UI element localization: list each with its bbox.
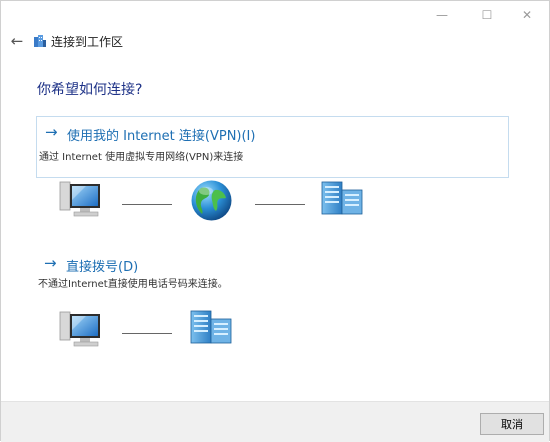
arrow-right-icon: → xyxy=(45,123,58,141)
arrow-right-icon: → xyxy=(44,254,57,272)
server-icon xyxy=(321,181,363,215)
option-vpn[interactable]: → 使用我的 Internet 连接(VPN)(I) 通过 Internet 使… xyxy=(36,116,509,178)
computer-icon xyxy=(59,181,100,217)
connection-line xyxy=(122,204,172,205)
close-icon[interactable]: ✕ xyxy=(504,1,550,29)
workplace-network-icon xyxy=(34,35,46,47)
connection-line xyxy=(255,204,305,205)
option-vpn-title: 使用我的 Internet 连接(VPN)(I) xyxy=(67,129,256,144)
server-icon xyxy=(190,310,232,344)
connection-line xyxy=(122,333,172,334)
dialog-footer: 取消 xyxy=(1,401,549,442)
page-heading: 你希望如何连接? xyxy=(37,82,143,98)
globe-icon xyxy=(191,180,232,221)
option-direct-dial[interactable]: → 直接拨号(D) 不通过Internet直接使用电话号码来连接。 xyxy=(36,251,509,291)
connect-to-workplace-window: — ☐ ✕ ← 连接到工作区 你希望如何连接? → 使用我的 Internet … xyxy=(0,0,550,442)
cancel-button[interactable]: 取消 xyxy=(480,413,544,435)
title-bar: — ☐ ✕ xyxy=(1,1,549,29)
back-arrow-icon[interactable]: ← xyxy=(7,31,27,51)
computer-icon xyxy=(59,311,100,347)
option-vpn-description: 通过 Internet 使用虚拟专用网络(VPN)来连接 xyxy=(39,152,244,163)
window-title: 连接到工作区 xyxy=(51,35,124,49)
option-dial-description: 不通过Internet直接使用电话号码来连接。 xyxy=(38,279,228,290)
minimize-icon[interactable]: — xyxy=(419,1,465,29)
option-dial-title: 直接拨号(D) xyxy=(66,260,139,275)
